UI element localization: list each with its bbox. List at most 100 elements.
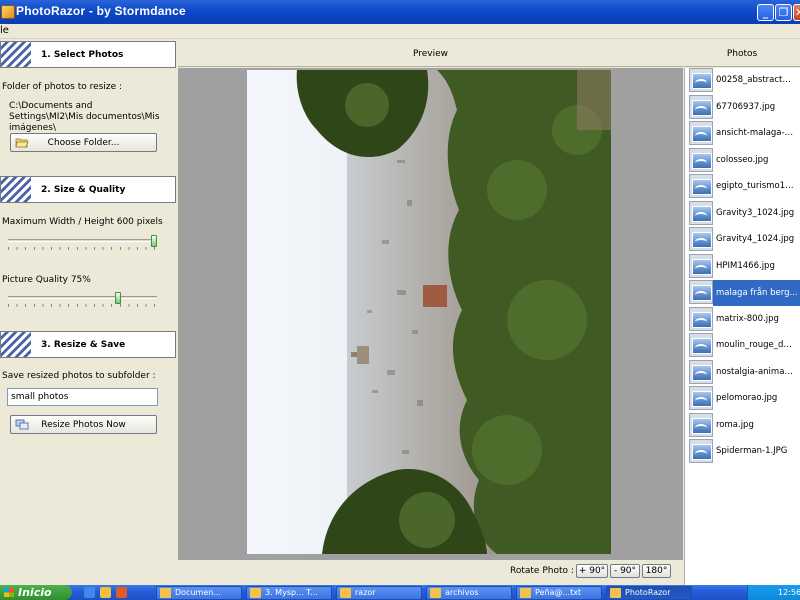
taskbar-task[interactable]: PhotoRazor (606, 586, 692, 600)
taskbar-task[interactable]: Peña@...txt (516, 586, 602, 600)
city-landscape-image (247, 70, 611, 554)
photo-list-item[interactable]: roma.jpg (687, 412, 799, 439)
section-size-quality: 2. Size & Quality (0, 176, 176, 203)
photo-list-item[interactable]: ansicht-malaga-c... (687, 121, 799, 147)
header-stripes (1, 177, 31, 202)
photo-list-item[interactable]: Spiderman-1.JPG (687, 439, 799, 465)
slider-ticks (8, 304, 157, 307)
folder-label: Folder of photos to resize : (2, 82, 122, 92)
photo-list-item[interactable]: 00258_abstractb... (687, 68, 799, 94)
header-stripes (1, 42, 31, 67)
photo-list-item[interactable]: moulin_rouge_de... (687, 333, 799, 359)
rotate-plus-90-button[interactable]: + 90° (576, 564, 608, 578)
preview-title: Preview (412, 49, 449, 59)
ie-icon[interactable] (84, 587, 95, 598)
photo-list-item[interactable]: egipto_turismo11... (687, 174, 799, 200)
slider-thumb[interactable] (115, 292, 121, 304)
rotate-label: Rotate Photo : (510, 566, 574, 576)
photo-thumbnail-icon (689, 147, 713, 172)
task-icon (160, 588, 171, 598)
slider-track (8, 296, 157, 299)
photo-list-item[interactable]: Gravity4_1024.jpg (687, 227, 799, 253)
app-icon (1, 5, 15, 19)
start-label: Inicio (18, 586, 52, 599)
photos-list[interactable]: 00258_abstractb... 67706937.jpg ansicht-ma… (684, 68, 800, 585)
title-bar: PhotoRazor - by Stormdance _ ❐ ✕ (0, 0, 800, 24)
task-icon (340, 588, 351, 598)
minimize-button[interactable]: _ (757, 4, 774, 21)
rotate-minus-90-button[interactable]: - 90° (610, 564, 640, 578)
quality-slider[interactable] (8, 292, 157, 308)
section-select-photos: 1. Select Photos (0, 41, 176, 68)
taskbar-task[interactable]: Documen... (156, 586, 242, 600)
task-label: Documen... (175, 588, 221, 597)
menu-bar: le (0, 24, 800, 39)
photo-filename: 00258_abstractb... (716, 75, 795, 85)
close-button[interactable]: ✕ (793, 4, 800, 21)
taskbar-task[interactable]: 3. Mysp... T... (246, 586, 332, 600)
header-stripes (1, 332, 31, 357)
photo-list-item[interactable]: 67706937.jpg (687, 94, 799, 121)
folder-quicklaunch-icon[interactable] (100, 587, 111, 598)
slider-ticks (8, 247, 157, 250)
photo-list-item[interactable]: matrix-800.jpg (687, 306, 799, 333)
photo-filename: pelomorao.jpg (716, 393, 778, 403)
task-label: 3. Mysp... T... (265, 588, 318, 597)
preview-photo (247, 70, 611, 554)
subfolder-label: Save resized photos to subfolder : (2, 371, 156, 381)
photo-filename: egipto_turismo11... (716, 181, 795, 191)
photo-filename: Gravity3_1024.jpg (716, 207, 795, 218)
section-title: 2. Size & Quality (41, 185, 126, 195)
photo-filename: 67706937.jpg (716, 101, 776, 112)
task-icon (520, 588, 531, 598)
menu-file[interactable]: le (0, 25, 9, 36)
photo-filename: moulin_rouge_de... (716, 340, 795, 350)
size-label: Maximum Width / Height 600 pixels (2, 217, 163, 227)
resize-photos-label: Resize Photos Now (41, 420, 126, 430)
task-icon (610, 588, 621, 598)
task-label: PhotoRazor (625, 588, 671, 597)
slider-thumb[interactable] (151, 235, 157, 247)
taskbar-task[interactable]: archivos (426, 586, 512, 600)
system-tray: 12:56 (747, 585, 800, 600)
resize-photos-button[interactable]: Resize Photos Now (10, 415, 157, 434)
photo-list-item[interactable]: malaga från berg... (687, 280, 800, 306)
task-icon (430, 588, 441, 598)
choose-folder-label: Choose Folder... (47, 138, 120, 148)
clock: 12:56 (778, 588, 800, 597)
media-quicklaunch-icon[interactable] (116, 587, 127, 598)
taskbar: Inicio Documen... 3. Mysp... T... razor arc… (0, 585, 800, 600)
maximize-button[interactable]: ❐ (775, 4, 792, 21)
photos-header: Photos (684, 40, 800, 67)
rotate-180-button[interactable]: 180° (642, 564, 671, 578)
section-resize-save: 3. Resize & Save (0, 331, 176, 358)
windows-flag-icon (4, 588, 14, 597)
size-slider[interactable] (8, 235, 157, 251)
photo-filename: Spiderman-1.JPG (716, 446, 788, 456)
taskbar-task[interactable]: razor (336, 586, 422, 600)
photo-list-item[interactable]: HPIM1466.jpg (687, 253, 799, 280)
photo-thumbnail-icon (689, 386, 713, 410)
photo-thumbnail-icon (689, 412, 713, 437)
section-title: 1. Select Photos (41, 50, 124, 60)
choose-folder-button[interactable]: Choose Folder... (10, 133, 157, 152)
window-title: PhotoRazor - by Stormdance (16, 4, 186, 18)
photo-thumbnail-icon (689, 333, 713, 357)
rotate-toolbar: Rotate Photo : + 90° - 90° 180° (178, 560, 683, 585)
subfolder-input[interactable]: small photos (7, 388, 158, 406)
start-button[interactable]: Inicio (0, 585, 72, 600)
photo-thumbnail-icon (689, 280, 713, 304)
photo-filename: roma.jpg (716, 419, 754, 430)
photo-thumbnail-icon (689, 227, 713, 251)
photo-filename: colosseo.jpg (716, 154, 769, 165)
photo-thumbnail-icon (689, 439, 713, 463)
task-label: Peña@...txt (535, 588, 582, 597)
photo-list-item[interactable]: pelomorao.jpg (687, 386, 799, 412)
photo-list-item[interactable]: nostalgia-animad... (687, 359, 799, 386)
preview-header: Preview (178, 40, 683, 67)
photo-filename: Gravity4_1024.jpg (716, 234, 795, 244)
photo-list-item[interactable]: colosseo.jpg (687, 147, 799, 174)
photo-thumbnail-icon (689, 200, 713, 225)
photo-thumbnail-icon (689, 68, 713, 92)
photo-list-item[interactable]: Gravity3_1024.jpg (687, 200, 799, 227)
